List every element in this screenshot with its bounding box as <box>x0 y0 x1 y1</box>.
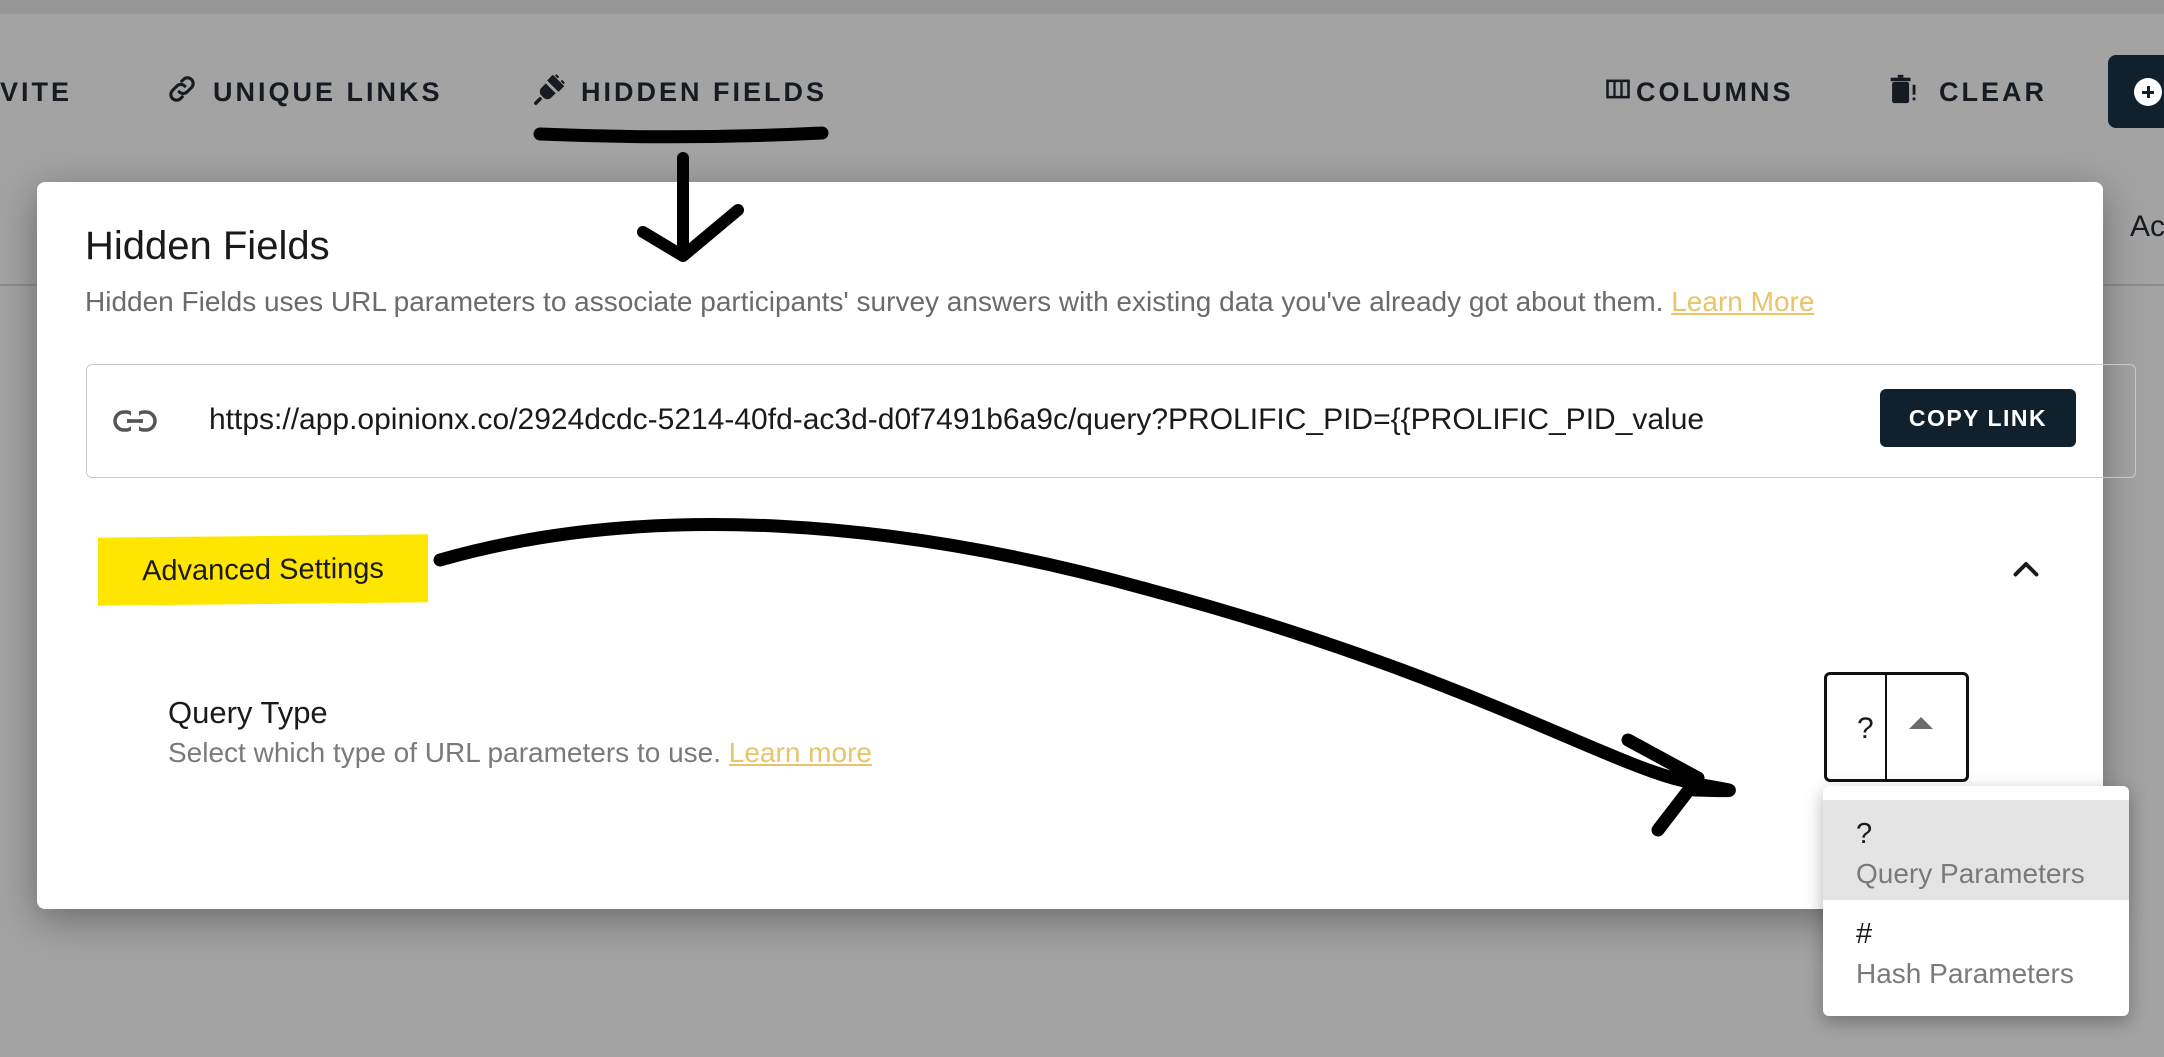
plus-circle-icon <box>2134 78 2162 106</box>
advanced-settings-label: Advanced Settings <box>98 534 428 606</box>
plug-icon <box>533 72 567 113</box>
modal-description: Hidden Fields uses URL parameters to ass… <box>85 286 1814 318</box>
invite-label: VITE <box>0 76 73 107</box>
description-text: Hidden Fields uses URL parameters to ass… <box>85 286 1664 317</box>
option-query-parameters[interactable]: ? Query Parameters <box>1823 800 2129 900</box>
actions-column-header: Ac <box>2130 210 2164 243</box>
columns-icon <box>1604 75 1632 110</box>
option-symbol: # <box>1856 918 1873 950</box>
clear-button[interactable]: CLEAR <box>1885 72 2047 112</box>
option-hash-parameters[interactable]: # Hash Parameters <box>1823 900 2129 1000</box>
link-icon <box>165 72 199 113</box>
query-type-select[interactable]: ? <box>1824 672 1969 782</box>
unique-links-label: UNIQUE LINKS <box>213 76 443 107</box>
link-icon <box>113 409 157 433</box>
columns-button[interactable]: COLUMNS <box>1604 72 1794 112</box>
add-button[interactable] <box>2108 55 2164 128</box>
hidden-fields-url: https://app.opinionx.co/2924dcdc-5214-40… <box>209 403 1705 436</box>
option-symbol: ? <box>1856 818 1873 850</box>
query-type-learn-more-link[interactable]: Learn more <box>729 737 872 768</box>
option-label: Hash Parameters <box>1856 958 2074 989</box>
learn-more-link[interactable]: Learn More <box>1671 286 1814 317</box>
query-type-title: Query Type <box>168 695 328 730</box>
unique-links-button[interactable]: UNIQUE LINKS <box>165 72 443 112</box>
advanced-settings-toggle[interactable]: Advanced Settings <box>86 534 2046 606</box>
caret-up-icon <box>1909 717 1933 729</box>
copy-link-button[interactable]: COPY LINK <box>1880 389 2076 447</box>
chevron-up-icon[interactable] <box>2008 552 2044 588</box>
trash-icon <box>1885 72 1919 113</box>
modal-title: Hidden Fields <box>85 224 330 268</box>
option-label: Query Parameters <box>1856 858 2085 889</box>
query-type-dropdown: ? Query Parameters # Hash Parameters <box>1823 786 2129 1016</box>
query-type-description: Select which type of URL parameters to u… <box>168 737 872 769</box>
hidden-fields-label: HIDDEN FIELDS <box>581 76 828 107</box>
invite-button[interactable]: VITE <box>0 72 72 112</box>
select-divider <box>1885 675 1887 779</box>
columns-label: COLUMNS <box>1636 76 1794 107</box>
hidden-fields-modal: Hidden Fields Hidden Fields uses URL par… <box>37 182 2136 909</box>
underline-annotation <box>533 126 829 144</box>
query-type-description-text: Select which type of URL parameters to u… <box>168 737 721 768</box>
query-type-selected-value: ? <box>1857 712 1874 745</box>
hidden-fields-url-field[interactable]: https://app.opinionx.co/2924dcdc-5214-40… <box>86 364 2136 478</box>
top-strip <box>0 0 2164 14</box>
hidden-fields-button[interactable]: HIDDEN FIELDS <box>533 72 827 112</box>
clear-label: CLEAR <box>1939 76 2047 107</box>
